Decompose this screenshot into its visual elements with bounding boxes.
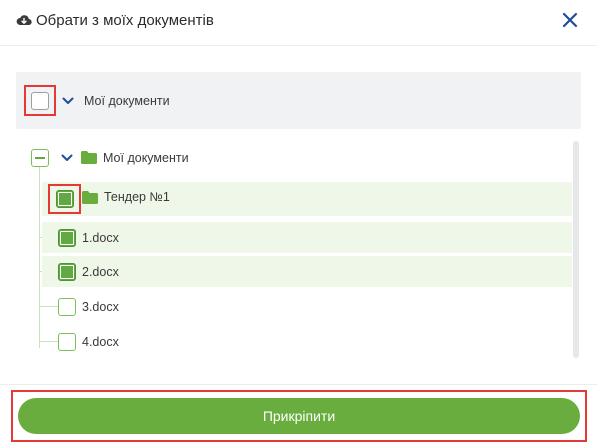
file-checkbox-2[interactable] bbox=[58, 263, 76, 281]
root-documents-label: Мої документи bbox=[84, 94, 170, 108]
dialog-title: Обрати з моїх документів bbox=[36, 12, 214, 29]
chevron-down-icon[interactable] bbox=[62, 97, 74, 105]
tree-line bbox=[40, 341, 58, 342]
chevron-down-icon[interactable] bbox=[61, 154, 73, 162]
tree-line bbox=[39, 166, 40, 348]
attach-button[interactable]: Прикріпити bbox=[18, 398, 580, 434]
footer-divider bbox=[0, 384, 597, 385]
folder-checkbox-tender[interactable] bbox=[56, 190, 74, 208]
file-checkbox-3[interactable] bbox=[58, 298, 76, 316]
tree-row-file-2[interactable] bbox=[42, 256, 572, 287]
dialog-header: Обрати з моїх документів bbox=[0, 0, 597, 46]
file-label-1: 1.docx bbox=[82, 231, 119, 245]
folder-checkbox-my-documents[interactable] bbox=[31, 149, 49, 167]
folder-icon bbox=[81, 151, 97, 164]
tree-line bbox=[40, 306, 58, 307]
folder-icon bbox=[82, 191, 98, 204]
file-label-4: 4.docx bbox=[82, 335, 119, 349]
tree-row-file-1[interactable] bbox=[42, 222, 572, 253]
file-label-3: 3.docx bbox=[82, 300, 119, 314]
root-checkbox[interactable] bbox=[31, 92, 49, 110]
file-checkbox-1[interactable] bbox=[58, 229, 76, 247]
close-icon[interactable] bbox=[561, 11, 579, 29]
cloud-download-icon bbox=[16, 15, 32, 26]
folder-label-tender: Тендер №1 bbox=[104, 190, 170, 204]
file-checkbox-4[interactable] bbox=[58, 333, 76, 351]
folder-label-my-documents: Мої документи bbox=[103, 151, 189, 165]
file-label-2: 2.docx bbox=[82, 265, 119, 279]
tree-scrollbar[interactable] bbox=[573, 141, 579, 358]
